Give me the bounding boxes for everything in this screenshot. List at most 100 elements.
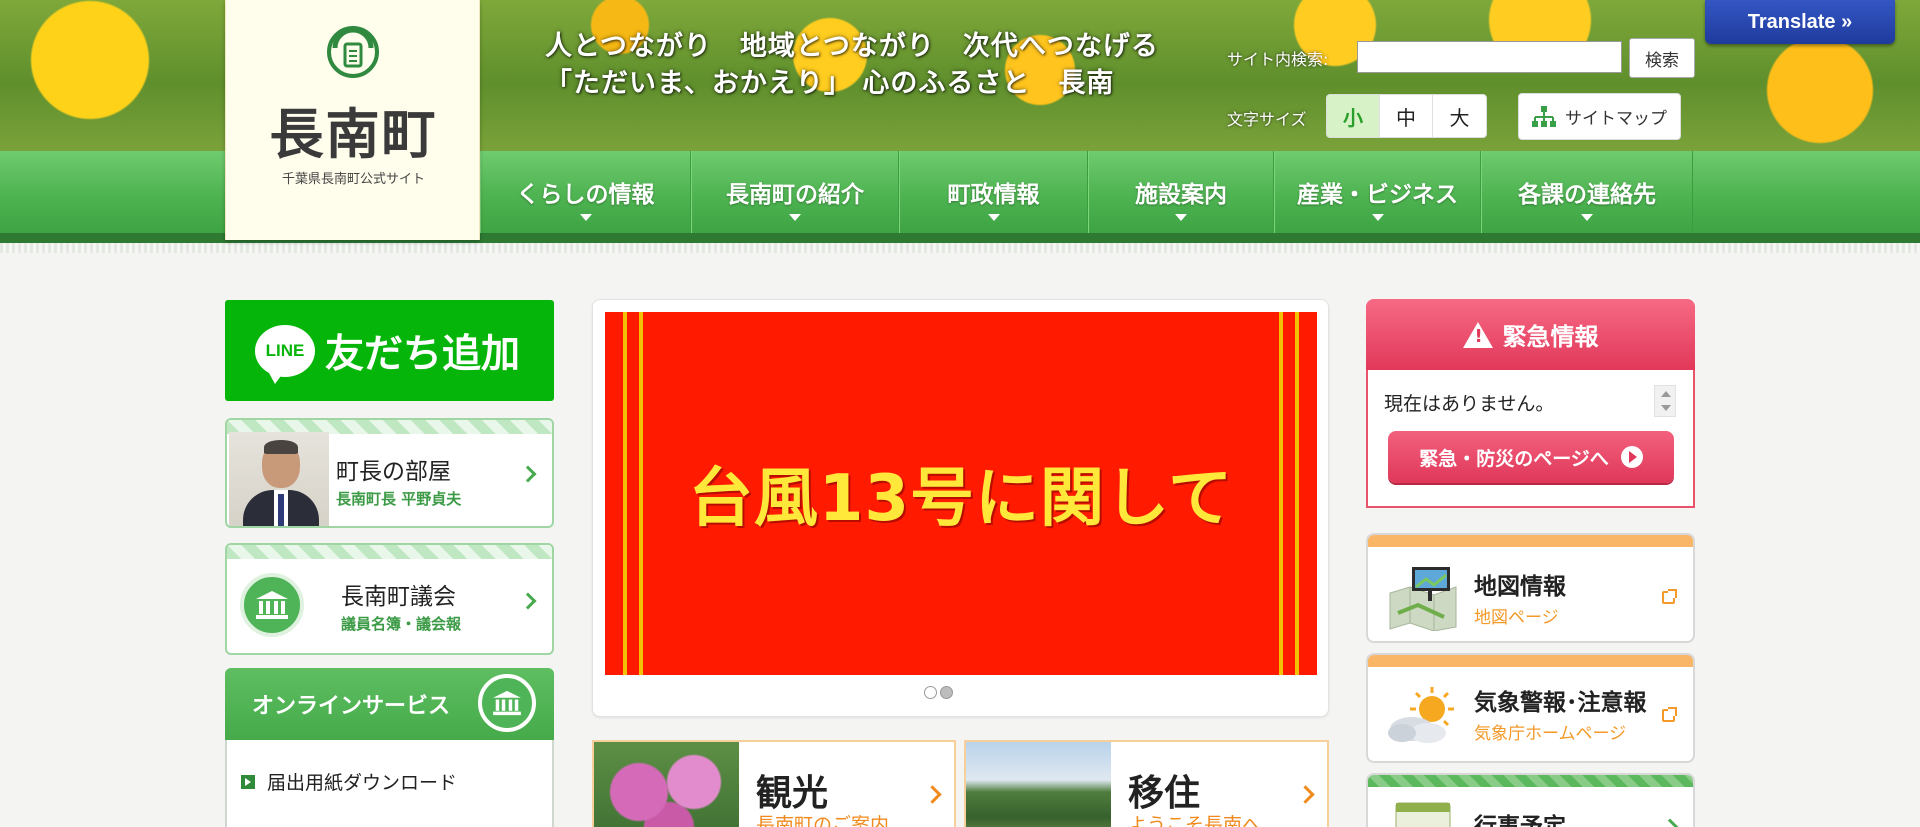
map-info-card[interactable]: 地図情報 地図ページ [1366, 533, 1695, 643]
chevron-right-icon [1661, 818, 1679, 827]
nav-item-label: 長南町の紹介 [726, 182, 864, 208]
external-link-icon [1662, 589, 1677, 604]
card-stripe [1368, 655, 1693, 667]
nav-shadow-divider [0, 243, 1920, 253]
calendar-icon [1395, 802, 1451, 827]
site-logo[interactable]: 長南町 千葉県長南町公式サイト [225, 0, 480, 240]
nav-item-label: 施設案内 [1135, 182, 1227, 208]
town-emblem-icon [327, 26, 379, 78]
slider-pagination [924, 686, 953, 699]
government-building-icon [478, 674, 536, 732]
card-stripe [227, 545, 552, 559]
relocation-sub: ようこそ長南へ [1128, 814, 1262, 827]
mayor-room-card[interactable]: 町長の部屋 長南町長 平野貞夫 [225, 418, 554, 528]
map-info-title: 地図情報 [1474, 574, 1566, 600]
town-council-card[interactable]: 長南町議会 議員名簿・議会報 [225, 543, 554, 655]
mayor-photo [229, 432, 329, 526]
hydrangea-photo [594, 742, 739, 827]
nav-item-business[interactable]: 産業・ビジネス [1274, 151, 1481, 233]
mayor-name: 長南町長 平野貞夫 [336, 490, 462, 508]
line-add-friend-banner[interactable]: LINE 友だち追加 [225, 300, 554, 401]
search-input[interactable] [1357, 41, 1622, 73]
list-item-label: 届出用紙ダウンロード [267, 772, 458, 794]
relocation-tile[interactable]: 移住 ようこそ長南へ [964, 740, 1329, 827]
tourism-sub: 長南町のご案内 [756, 814, 890, 827]
font-size-large-button[interactable]: 大 [1433, 95, 1486, 137]
arrow-circle-icon [1620, 446, 1643, 468]
weather-warning-title: 気象警報･注意報 [1474, 690, 1647, 716]
emergency-button-label: 緊急・防災のページへ [1419, 447, 1609, 470]
map-info-sub: 地図ページ [1474, 608, 1559, 628]
event-schedule-title: 行事予定 [1474, 814, 1566, 827]
slide-banner[interactable]: 台風13号に関して [605, 312, 1317, 675]
chevron-down-icon [579, 214, 592, 221]
warning-icon: ! [1462, 321, 1493, 348]
online-service-header: オンラインサービス [225, 668, 554, 740]
chevron-right-icon [519, 465, 537, 483]
slider-dot-1[interactable] [924, 686, 937, 699]
nav-item-government[interactable]: 町政情報 [899, 151, 1088, 233]
chevron-down-icon [1175, 214, 1187, 221]
nav-item-living[interactable]: くらしの情報 [480, 151, 691, 233]
nav-item-label: 町政情報 [947, 182, 1040, 208]
relocation-title: 移住 [1128, 773, 1201, 814]
chevron-right-icon [1296, 785, 1315, 804]
sitemap-label: サイトマップ [1565, 109, 1667, 129]
nav-item-contacts[interactable]: 各課の連絡先 [1481, 151, 1693, 233]
font-size-label: 文字サイズ [1227, 110, 1307, 129]
list-item[interactable]: 届出用紙ダウンロード [241, 768, 457, 795]
chevron-down-icon [789, 214, 801, 221]
emergency-info-header: ! 緊急情報 [1366, 299, 1695, 370]
map-icon [1389, 567, 1457, 631]
emergency-info-panel: ! 緊急情報 現在はありません。 緊急・防災のページへ [1366, 299, 1695, 508]
tagline-line-1: 人とつながり 地域とつながり 次代へつなげる [545, 31, 1159, 62]
chevron-down-icon [1581, 214, 1593, 221]
search-label: サイト内検索: [1227, 50, 1329, 69]
tourism-title: 観光 [756, 773, 829, 814]
search-button[interactable]: 検索 [1629, 38, 1695, 78]
nav-item-label: 産業・ビジネス [1297, 182, 1458, 208]
weather-warning-card[interactable]: 気象警報･注意報 気象庁ホームページ [1366, 653, 1695, 763]
mayor-room-title: 町長の部屋 [336, 459, 451, 485]
sitemap-button[interactable]: サイトマップ [1518, 93, 1681, 140]
font-size-small-button[interactable]: 小 [1327, 95, 1380, 137]
main-slider: 台風13号に関して [592, 299, 1329, 717]
font-size-medium-button[interactable]: 中 [1380, 95, 1433, 137]
emergency-info-title: 緊急情報 [1502, 323, 1599, 351]
site-tagline: 人とつながり 地域とつながり 次代へつなげる 「ただいま、おかえり」 心のふるさ… [545, 28, 1185, 102]
card-stripe [1368, 775, 1693, 787]
chevron-right-icon [519, 592, 537, 610]
nav-item-about[interactable]: 長南町の紹介 [691, 151, 899, 233]
emergency-disaster-button[interactable]: 緊急・防災のページへ [1388, 431, 1674, 483]
town-council-title: 長南町議会 [341, 584, 456, 610]
tagline-line-2: 「ただいま、おかえり」 心のふるさと 長南 [545, 68, 1115, 99]
line-logo-icon: LINE [255, 324, 315, 384]
sitemap-icon [1532, 105, 1556, 127]
online-service-list: 届出用紙ダウンロード [225, 740, 554, 827]
slider-dot-2[interactable] [940, 686, 953, 699]
town-council-sub: 議員名簿・議会報 [341, 615, 462, 633]
chevron-right-icon [923, 785, 942, 804]
slide-headline: 台風13号に関して [688, 462, 1234, 536]
countryside-photo [966, 742, 1111, 827]
nav-item-facilities[interactable]: 施設案内 [1088, 151, 1274, 233]
event-schedule-card[interactable]: 行事予定 [1366, 773, 1695, 827]
scroll-arrows[interactable] [1654, 385, 1676, 417]
tourism-tile[interactable]: 観光 長南町のご案内 [592, 740, 956, 827]
nav-item-label: 各課の連絡先 [1518, 182, 1656, 208]
emergency-message: 現在はありません。 [1384, 393, 1555, 415]
logo-title: 長南町 [269, 102, 438, 166]
translate-button[interactable]: Translate » [1705, 0, 1895, 44]
government-building-icon [240, 573, 304, 637]
online-service-title: オンラインサービス [252, 694, 451, 719]
nav-item-label: くらしの情報 [516, 182, 655, 208]
chevron-down-icon [987, 214, 1000, 221]
card-stripe [1368, 535, 1693, 547]
weather-icon [1388, 687, 1454, 743]
line-add-friend-label: 友だち追加 [325, 331, 521, 377]
external-link-icon [1662, 707, 1677, 722]
weather-warning-sub: 気象庁ホームページ [1474, 724, 1627, 744]
arrow-bullet-icon [241, 774, 255, 789]
logo-subtitle: 千葉県長南町公式サイト [281, 172, 425, 187]
font-size-selector: 小 中 大 [1326, 94, 1487, 138]
